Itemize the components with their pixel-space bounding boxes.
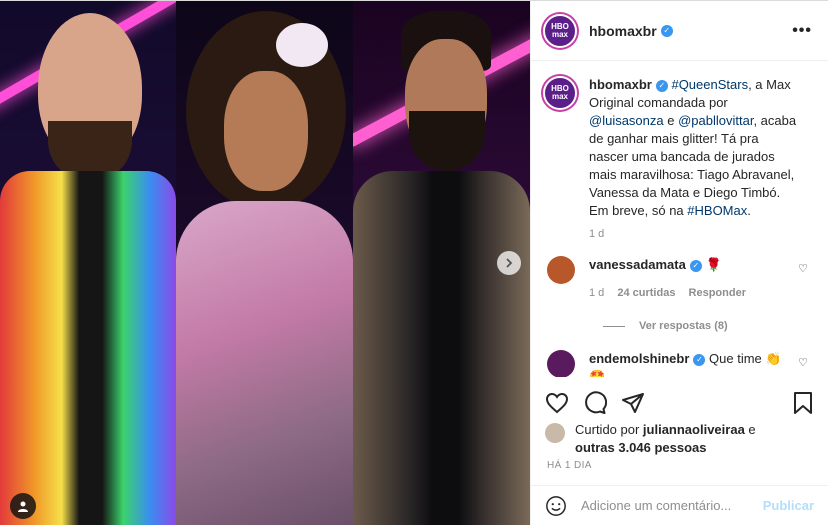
- share-icon[interactable]: [621, 391, 645, 415]
- username-link[interactable]: hbomaxbr: [589, 23, 657, 39]
- sequin-dress: [176, 201, 353, 525]
- likes-summary: Curtido por juliannaoliveiraa e outras 3…: [545, 421, 814, 457]
- caption-username[interactable]: hbomaxbr: [589, 77, 652, 92]
- divider: [603, 325, 625, 327]
- avatar[interactable]: [547, 256, 575, 284]
- verified-icon: ✓: [655, 79, 668, 92]
- more-options-icon[interactable]: •••: [792, 22, 812, 40]
- mention-link[interactable]: @pabllovittar: [678, 113, 753, 128]
- verified-icon: ✓: [693, 353, 706, 366]
- view-replies-label: Ver respostas (8): [639, 320, 728, 332]
- post: HBO max hbomaxbr ✓ ••• HBO max hbomaxbr ✓…: [0, 0, 828, 525]
- comments-section: HBO max hbomaxbr ✓ #QueenStars, a Max Ori…: [531, 62, 828, 377]
- view-replies-button[interactable]: Ver respostas (8): [603, 320, 812, 332]
- post-timestamp: HÁ 1 DIA: [547, 460, 592, 471]
- verified-icon: ✓: [689, 259, 702, 272]
- tag-user-icon[interactable]: [10, 493, 36, 519]
- caption-segment: .: [747, 203, 751, 218]
- comment-text: 🌹: [705, 257, 722, 272]
- comment-input[interactable]: [581, 498, 751, 513]
- caption-segment: e: [663, 113, 679, 128]
- hashtag-link[interactable]: #QueenStars: [671, 77, 748, 92]
- comment-text: Que time 👏: [709, 351, 782, 366]
- comment-meta: 1 d 24 curtidas Responder: [589, 284, 794, 302]
- rainbow-jacket: [0, 171, 176, 525]
- emoji-icon[interactable]: [545, 495, 567, 517]
- post-sidebar: HBO max hbomaxbr ✓ ••• HBO max hbomaxbr ✓…: [530, 1, 828, 525]
- person-beard: [409, 111, 485, 171]
- add-comment-bar: Publicar: [531, 485, 828, 525]
- likes-prefix: Curtido por: [575, 422, 643, 437]
- comment: vanessadamata ✓ 🌹 1 d 24 curtidas Respond…: [543, 256, 812, 302]
- hashtag-link[interactable]: #HBOMax: [687, 203, 747, 218]
- avatar[interactable]: [547, 350, 575, 377]
- likes-mid: e: [744, 422, 756, 437]
- liker-username[interactable]: juliannaoliveiraa: [643, 422, 745, 437]
- comment-username[interactable]: vanessadamata: [589, 257, 686, 272]
- media-panel-2: [176, 1, 353, 525]
- comment: endemolshinebr ✓ Que time 👏 🤩 ♡: [543, 350, 812, 377]
- action-bar: [545, 389, 814, 417]
- heart-icon[interactable]: [545, 391, 569, 415]
- avatar[interactable]: HBO max: [543, 13, 577, 48]
- next-arrow-icon[interactable]: [497, 251, 521, 275]
- comment-age: 1 d: [589, 287, 605, 299]
- suit: [353, 171, 530, 525]
- heart-icon[interactable]: ♡: [798, 356, 808, 369]
- caption-text: hbomaxbr ✓ #QueenStars, a Max Original co…: [589, 76, 799, 220]
- flower: [276, 23, 328, 67]
- comment-text: 🤩: [589, 369, 606, 377]
- avatar-text: HBO max: [551, 21, 569, 39]
- comment-username[interactable]: endemolshinebr: [589, 351, 689, 366]
- caption-age: 1 d: [589, 228, 605, 240]
- avatar[interactable]: [545, 423, 565, 443]
- comment-icon[interactable]: [583, 391, 607, 415]
- caption-segment: Em breve, só na: [589, 203, 688, 218]
- mention-link[interactable]: @luisasonza: [589, 113, 664, 128]
- comment-likes[interactable]: 24 curtidas: [617, 287, 675, 299]
- likes-others-link[interactable]: outras 3.046 pessoas: [575, 440, 707, 455]
- verified-icon: ✓: [660, 24, 673, 37]
- bookmark-icon[interactable]: [792, 391, 814, 415]
- heart-icon[interactable]: ♡: [798, 262, 808, 275]
- media-panel-1: [0, 1, 176, 525]
- post-media[interactable]: [0, 1, 530, 525]
- caption: HBO max hbomaxbr ✓ #QueenStars, a Max Ori…: [543, 76, 812, 220]
- reply-button[interactable]: Responder: [689, 287, 746, 299]
- avatar-text: HBO max: [551, 84, 569, 101]
- person-face: [224, 71, 308, 191]
- post-header: HBO max hbomaxbr ✓ •••: [531, 1, 828, 61]
- avatar[interactable]: HBO max: [543, 76, 577, 110]
- publish-button[interactable]: Publicar: [763, 498, 814, 513]
